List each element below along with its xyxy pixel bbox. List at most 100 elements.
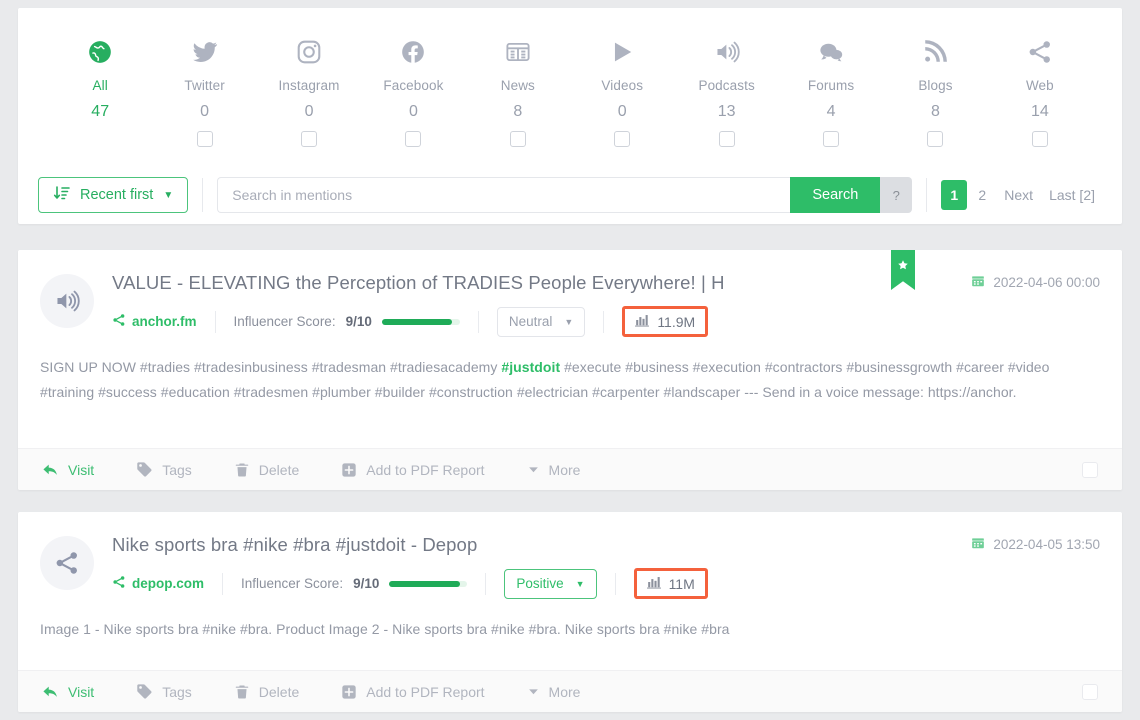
action-pdf[interactable]: Add to PDF Report: [341, 461, 485, 478]
influencer-score: Influencer Score: 9/10: [241, 576, 468, 591]
sentiment-label: Positive: [516, 576, 564, 591]
search-button[interactable]: Search: [790, 177, 881, 213]
mention-meta: depop.com Influencer Score: 9/10 Positive ▼ 1…: [112, 568, 1100, 599]
trash-icon: [234, 462, 250, 478]
next-page-button[interactable]: Next: [997, 180, 1041, 210]
star-ribbon-icon: [897, 258, 909, 276]
mention-domain[interactable]: depop.com: [112, 575, 204, 592]
source-tab-instagram[interactable]: Instagram 0: [257, 32, 361, 147]
action-label: Visit: [68, 683, 95, 700]
trash-icon: [234, 684, 250, 700]
tag-icon: [136, 683, 153, 700]
influencer-score: Influencer Score: 9/10: [234, 314, 460, 329]
mention-domain-text: anchor.fm: [132, 314, 197, 329]
mention-date-text: 2022-04-06 00:00: [993, 275, 1100, 290]
play-icon: [570, 32, 674, 72]
source-tab-label: Twitter: [184, 78, 225, 93]
source-tab-count: 0: [304, 103, 314, 120]
mention-select-checkbox[interactable]: [1082, 461, 1098, 478]
source-tab-checkbox[interactable]: [301, 131, 318, 147]
sort-dropdown[interactable]: Recent first ▼: [38, 177, 189, 213]
caret-down-icon: [527, 685, 540, 698]
speaker-icon: [674, 32, 778, 72]
action-visit[interactable]: Visit: [42, 461, 94, 478]
action-pdf[interactable]: Add to PDF Report: [341, 684, 485, 700]
sort-label: Recent first: [80, 187, 154, 203]
action-tags[interactable]: Tags: [136, 683, 192, 700]
source-tab-blogs[interactable]: Blogs 8: [883, 32, 987, 147]
action-label: Add to PDF Report: [366, 461, 485, 478]
page-button-1[interactable]: 1: [941, 180, 968, 210]
action-label: Delete: [258, 683, 300, 700]
mention-meta: anchor.fm Influencer Score: 9/10 Neutral ▼ 11…: [112, 306, 1100, 337]
share-icon: [988, 32, 1092, 72]
source-tab-facebook[interactable]: Facebook 0: [361, 32, 465, 147]
action-delete[interactable]: Delete: [234, 462, 299, 478]
action-label: Tags: [162, 683, 192, 700]
source-tab-label: Podcasts: [698, 78, 755, 93]
snippet-part: #justdoit: [501, 359, 561, 375]
source-tab-count: 13: [717, 103, 736, 120]
snippet-part: Image 1 - Nike sports bra #nike #bra. Pr…: [40, 621, 730, 637]
source-tab-label: Facebook: [383, 78, 444, 93]
mention-date: 2022-04-05 13:50: [971, 536, 1100, 553]
search-help-button[interactable]: ?: [880, 177, 913, 213]
source-tab-twitter[interactable]: Twitter 0: [152, 32, 256, 147]
source-tab-label: Forums: [807, 78, 855, 93]
tag-icon: [136, 461, 153, 478]
action-more[interactable]: More: [527, 683, 581, 700]
search-input[interactable]: [217, 177, 791, 213]
source-tab-checkbox[interactable]: [823, 131, 840, 147]
action-label: More: [548, 683, 581, 700]
source-tab-forums[interactable]: Forums 4: [779, 32, 883, 147]
source-tab-checkbox[interactable]: [405, 131, 422, 147]
source-tab-label: News: [500, 78, 535, 93]
sentiment-dropdown[interactable]: Neutral ▼: [496, 306, 586, 337]
source-tab-count: 0: [617, 103, 627, 120]
source-tab-count: 14: [1030, 103, 1049, 120]
mention-card: 2022-04-05 13:50 Nike sports bra #nike #b…: [18, 512, 1122, 712]
rss-icon: [883, 32, 987, 72]
reply-arrow-icon: [42, 683, 59, 700]
source-tab-checkbox[interactable]: [509, 131, 526, 147]
action-delete[interactable]: Delete: [234, 684, 299, 700]
search-group: Search ?: [217, 177, 913, 213]
mention-domain[interactable]: anchor.fm: [112, 313, 197, 330]
source-tab-checkbox[interactable]: [196, 131, 213, 147]
source-tab-all[interactable]: All 47: [48, 32, 152, 147]
source-tab-checkbox[interactable]: [718, 131, 735, 147]
influencer-label: Influencer Score:: [233, 314, 336, 329]
speaker-icon: [40, 274, 94, 328]
mention-snippet: SIGN UP NOW #tradies #tradesinbusiness #…: [40, 355, 1100, 405]
source-tab-web[interactable]: Web 14: [988, 32, 1092, 147]
mention-select-checkbox[interactable]: [1082, 683, 1098, 700]
reach-badge[interactable]: 11M: [633, 568, 708, 599]
source-tab-podcasts[interactable]: Podcasts 13: [674, 32, 778, 147]
meta-divider: [214, 310, 216, 333]
source-tab-checkbox[interactable]: [1031, 131, 1048, 147]
action-tags[interactable]: Tags: [136, 461, 192, 478]
facebook-icon: [361, 32, 465, 72]
mention-header: Nike sports bra #nike #bra #justdoit - D…: [40, 534, 1100, 599]
sentiment-dropdown[interactable]: Positive ▼: [504, 568, 597, 599]
source-tab-checkbox[interactable]: [614, 131, 631, 147]
source-tab-videos[interactable]: Videos 0: [570, 32, 674, 147]
source-tab-label: Videos: [601, 78, 644, 93]
mention-actions: Visit Tags Delete Add to PDF Report More: [18, 448, 1122, 490]
mention-title[interactable]: Nike sports bra #nike #bra #justdoit - D…: [112, 534, 1100, 556]
action-visit[interactable]: Visit: [42, 683, 94, 700]
source-tab-checkbox[interactable]: [927, 131, 944, 147]
source-tab-news[interactable]: News 8: [466, 32, 570, 147]
last-page-button[interactable]: Last [2]: [1042, 180, 1102, 210]
chevron-down-icon: ▼: [575, 578, 585, 589]
mention-title[interactable]: VALUE - ELEVATING the Perception of TRAD…: [112, 272, 1100, 294]
meta-divider: [614, 572, 616, 595]
mention-domain-text: depop.com: [132, 576, 205, 591]
influencer-bar: [381, 318, 460, 325]
plus-square-icon: [341, 684, 357, 700]
mention-card: 2022-04-06 00:00 VALUE - ELEVATING the Pe…: [18, 250, 1122, 490]
reach-badge[interactable]: 11.9M: [622, 306, 709, 337]
page-button-2[interactable]: 2: [969, 180, 995, 210]
source-tab-label: Web: [1025, 78, 1054, 93]
action-more[interactable]: More: [527, 462, 580, 478]
